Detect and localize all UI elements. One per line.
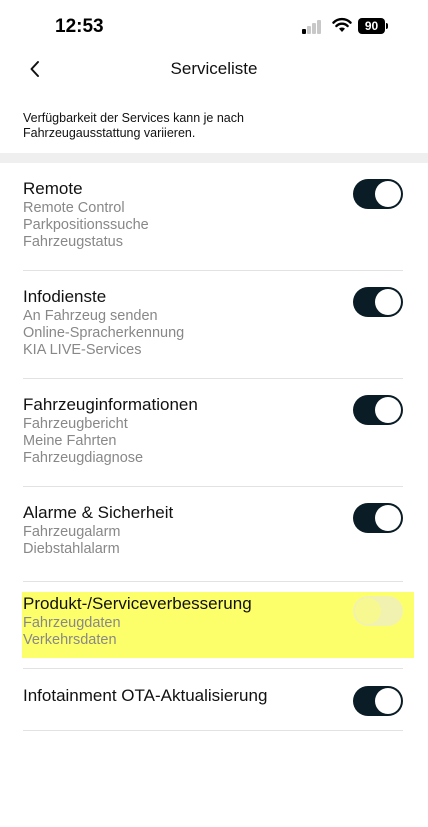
toggle-remote[interactable] xyxy=(353,179,403,209)
page-title: Serviceliste xyxy=(170,59,258,78)
status-time: 12:53 xyxy=(55,16,104,37)
navigation-bar: Serviceliste xyxy=(0,52,428,88)
service-item: Online-Spracherkennung xyxy=(23,325,185,341)
service-row-produkt-serviceverbesserung: Produkt-/Serviceverbesserung Fahrzeugdat… xyxy=(23,582,403,669)
service-item: Parkpositionssuche xyxy=(23,217,149,233)
service-item: Fahrzeugstatus xyxy=(23,234,123,250)
service-item: An Fahrzeug senden xyxy=(23,308,158,324)
service-list: Remote Remote Control Parkpositionssuche… xyxy=(23,163,403,731)
toggle-fahrzeuginformationen[interactable] xyxy=(353,395,403,425)
service-item: Fahrzeugdiagnose xyxy=(23,450,144,466)
toggle-infotainment-ota[interactable] xyxy=(353,686,403,716)
toggle-alarme-sicherheit[interactable] xyxy=(353,503,403,533)
service-item: Remote Control xyxy=(23,200,125,216)
service-item: Verkehrsdaten xyxy=(23,632,117,648)
toggle-produkt-serviceverbesserung[interactable] xyxy=(353,596,403,626)
service-title: Alarme & Sicherheit xyxy=(23,503,174,522)
status-bar: 12:53 90 xyxy=(0,0,428,52)
cellular-signal-icon xyxy=(302,20,324,34)
battery-icon: 90 xyxy=(358,18,388,34)
availability-note: Verfügbarkeit der Services kann je nach … xyxy=(23,111,244,140)
service-item: Meine Fahrten xyxy=(23,433,117,449)
service-item: Fahrzeugalarm xyxy=(23,524,121,540)
battery-level: 90 xyxy=(358,18,385,34)
service-row-alarme-sicherheit: Alarme & Sicherheit Fahrzeugalarm Diebst… xyxy=(23,487,403,582)
wifi-icon xyxy=(332,17,352,32)
service-title: Remote xyxy=(23,179,83,198)
service-title: Produkt-/Serviceverbesserung xyxy=(23,594,252,613)
service-title: Infodienste xyxy=(23,287,107,306)
service-row-infodienste: Infodienste An Fahrzeug senden Online-Sp… xyxy=(23,271,403,379)
toggle-infodienste[interactable] xyxy=(353,287,403,317)
service-row-infotainment-ota: Infotainment OTA-Aktualisierung xyxy=(23,669,403,731)
section-divider xyxy=(0,153,428,163)
service-item: Fahrzeugbericht xyxy=(23,416,128,432)
service-title: Infotainment OTA-Aktualisierung xyxy=(23,686,268,705)
service-row-fahrzeuginformationen: Fahrzeuginformationen Fahrzeugbericht Me… xyxy=(23,379,403,487)
service-item: Fahrzeugdaten xyxy=(23,615,121,631)
service-row-remote: Remote Remote Control Parkpositionssuche… xyxy=(23,163,403,271)
service-title: Fahrzeuginformationen xyxy=(23,395,198,414)
service-item: KIA LIVE-Services xyxy=(23,342,142,358)
service-item: Diebstahlalarm xyxy=(23,541,120,557)
